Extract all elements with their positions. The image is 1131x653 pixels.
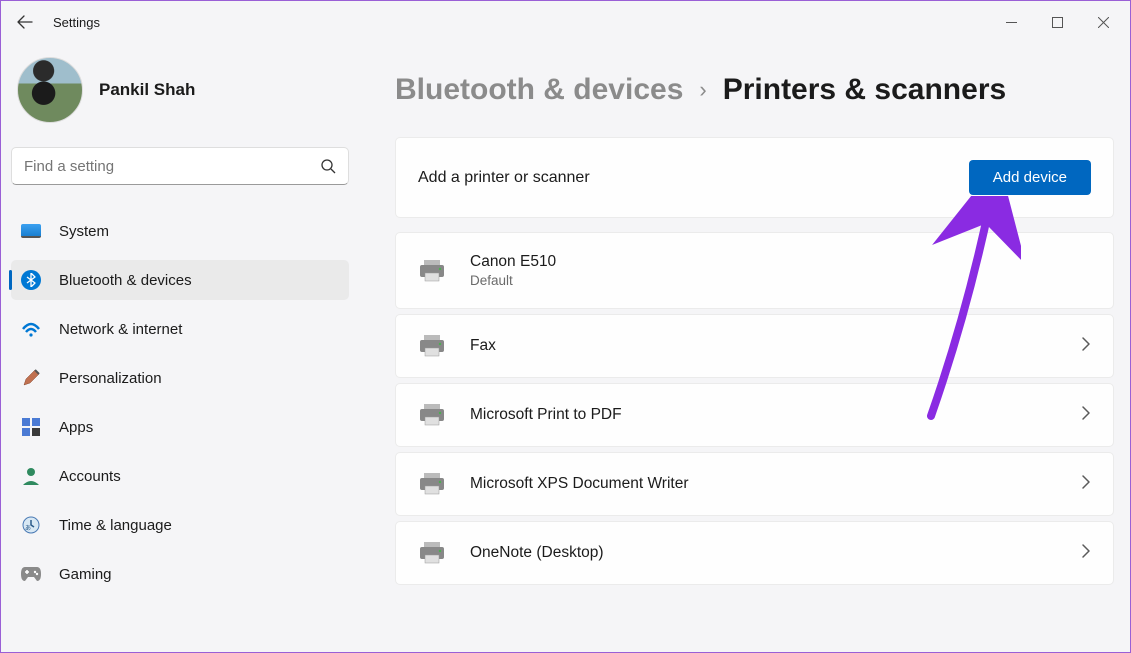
nav-label: Time & language <box>59 517 172 534</box>
window-controls <box>988 7 1126 37</box>
personalization-icon <box>21 368 41 388</box>
maximize-icon <box>1052 17 1063 28</box>
chevron-right-icon <box>1081 405 1091 426</box>
printer-icon <box>418 404 446 426</box>
accounts-icon <box>21 466 41 486</box>
network-icon <box>21 319 41 339</box>
nav-item-network[interactable]: Network & internet <box>11 309 349 349</box>
device-name: Microsoft XPS Document Writer <box>470 475 1057 493</box>
app-title: Settings <box>53 15 100 30</box>
add-device-section: Add a printer or scanner Add device <box>395 137 1114 218</box>
nav-item-time-language[interactable]: あ Time & language <box>11 505 349 545</box>
device-text: Microsoft Print to PDF <box>470 406 1057 424</box>
close-button[interactable] <box>1080 7 1126 37</box>
chevron-right-icon <box>1081 474 1091 495</box>
add-device-label: Add a printer or scanner <box>418 169 590 187</box>
device-name: Canon E510 <box>470 253 1091 271</box>
nav-item-gaming[interactable]: Gaming <box>11 554 349 594</box>
nav-item-system[interactable]: System <box>11 211 349 251</box>
printer-item[interactable]: Microsoft Print to PDF <box>395 383 1114 447</box>
device-name: Fax <box>470 337 1057 355</box>
nav-label: System <box>59 223 109 240</box>
nav-item-personalization[interactable]: Personalization <box>11 358 349 398</box>
bluetooth-icon <box>21 270 41 290</box>
arrow-left-icon <box>17 14 33 30</box>
gaming-icon <box>21 564 41 584</box>
printer-item[interactable]: Microsoft XPS Document Writer <box>395 452 1114 516</box>
printer-icon <box>418 335 446 357</box>
profile-section[interactable]: Pankil Shah <box>11 43 349 141</box>
device-name: OneNote (Desktop) <box>470 544 1057 562</box>
add-device-button[interactable]: Add device <box>969 160 1091 195</box>
avatar <box>17 57 83 123</box>
device-text: Microsoft XPS Document Writer <box>470 475 1057 493</box>
printer-icon <box>418 542 446 564</box>
search-input[interactable] <box>24 158 320 175</box>
device-text: OneNote (Desktop) <box>470 544 1057 562</box>
maximize-button[interactable] <box>1034 7 1080 37</box>
chevron-right-icon: › <box>699 77 706 103</box>
device-name: Microsoft Print to PDF <box>470 406 1057 424</box>
nav-label: Gaming <box>59 566 112 583</box>
nav-item-bluetooth-devices[interactable]: Bluetooth & devices <box>11 260 349 300</box>
nav-label: Apps <box>59 419 93 436</box>
nav-label: Accounts <box>59 468 121 485</box>
back-button[interactable] <box>5 2 45 42</box>
printer-icon <box>418 473 446 495</box>
nav-item-accounts[interactable]: Accounts <box>11 456 349 496</box>
search-box[interactable] <box>11 147 349 185</box>
time-language-icon: あ <box>21 515 41 535</box>
minimize-button[interactable] <box>988 7 1034 37</box>
nav-label: Bluetooth & devices <box>59 272 192 289</box>
sidebar: Pankil Shah System Bluetooth & devices N… <box>1 43 361 652</box>
titlebar: Settings <box>1 1 1130 43</box>
nav-list: System Bluetooth & devices Network & int… <box>11 211 349 594</box>
close-icon <box>1098 17 1109 28</box>
printer-item[interactable]: Canon E510 Default <box>395 232 1114 309</box>
chevron-right-icon <box>1081 336 1091 357</box>
printer-icon <box>418 260 446 282</box>
nav-label: Network & internet <box>59 321 182 338</box>
apps-icon <box>21 417 41 437</box>
page-title: Printers & scanners <box>723 73 1006 107</box>
device-subtitle: Default <box>470 273 1091 288</box>
printer-item[interactable]: OneNote (Desktop) <box>395 521 1114 585</box>
search-icon <box>320 158 336 174</box>
nav-label: Personalization <box>59 370 162 387</box>
nav-item-apps[interactable]: Apps <box>11 407 349 447</box>
minimize-icon <box>1006 17 1017 28</box>
system-icon <box>21 221 41 241</box>
main-content: Bluetooth & devices › Printers & scanner… <box>361 43 1130 652</box>
printer-item[interactable]: Fax <box>395 314 1114 378</box>
breadcrumb: Bluetooth & devices › Printers & scanner… <box>395 73 1114 107</box>
user-name: Pankil Shah <box>99 80 195 100</box>
device-text: Canon E510 Default <box>470 253 1091 288</box>
chevron-right-icon <box>1081 543 1091 564</box>
breadcrumb-parent[interactable]: Bluetooth & devices <box>395 73 683 107</box>
svg-text:あ: あ <box>25 525 31 532</box>
device-text: Fax <box>470 337 1057 355</box>
